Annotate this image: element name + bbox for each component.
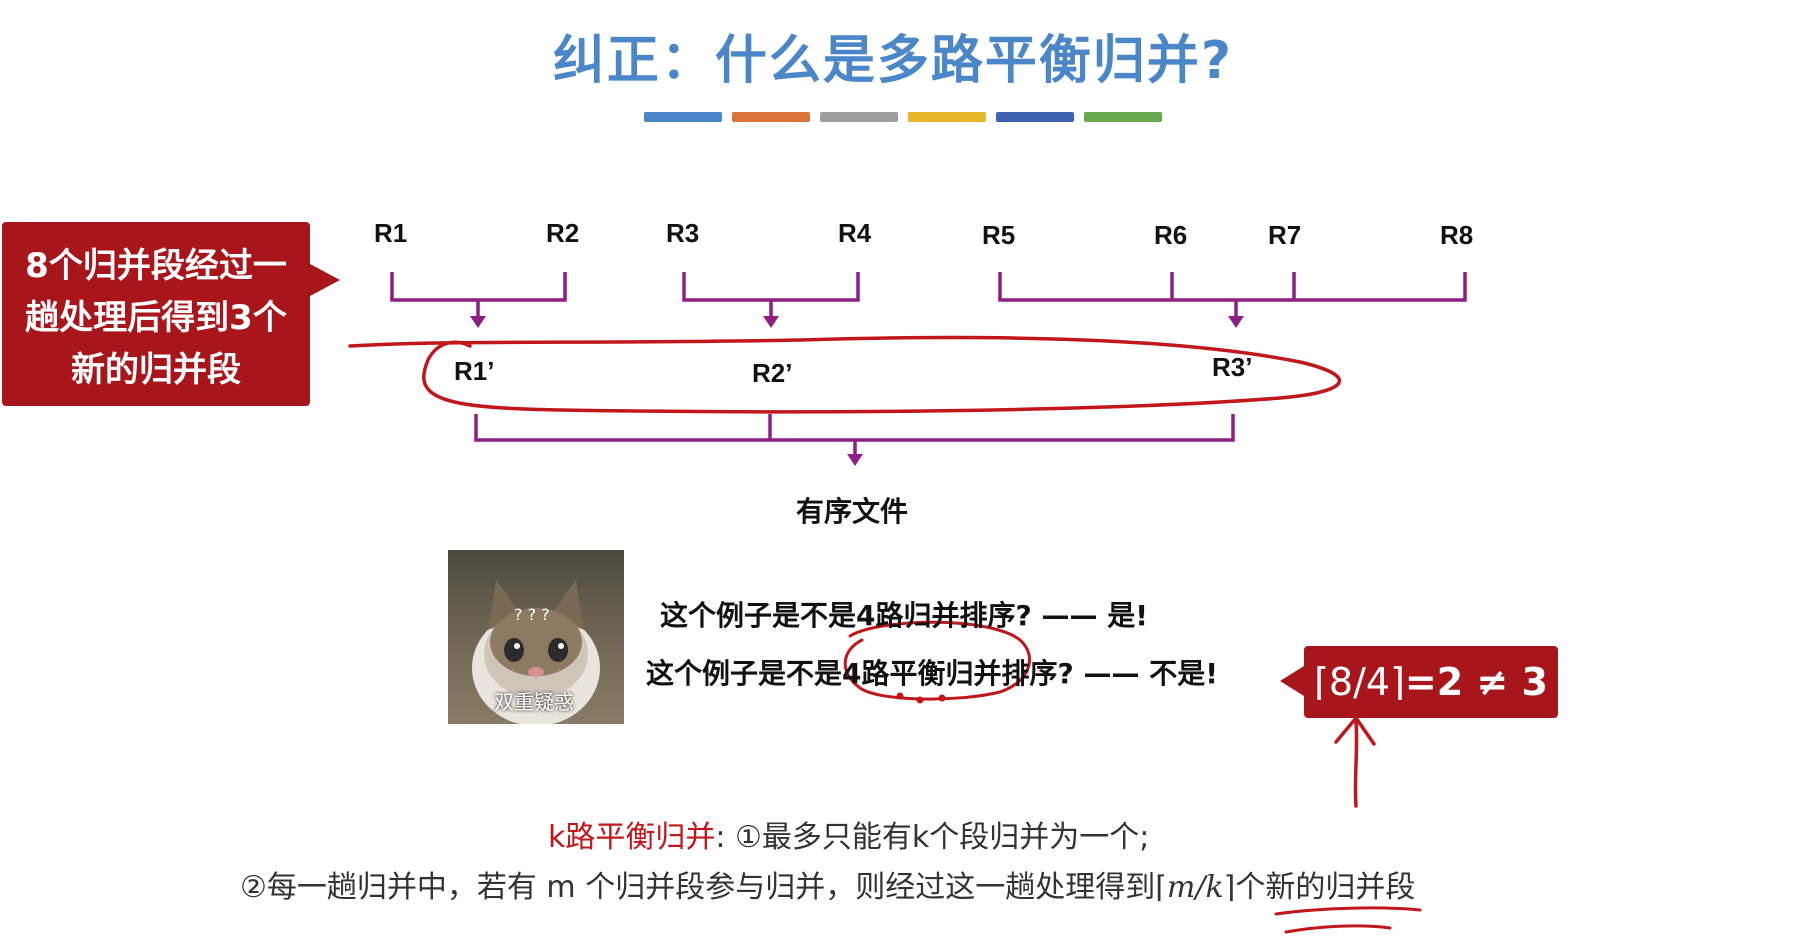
- question-2-prefix: 这个例子是不是: [646, 657, 843, 690]
- question-line-2: 这个例子是不是4路平衡归并排序? —— 不是!: [646, 652, 1218, 692]
- formula-rest: =2 ≠ 3: [1404, 660, 1548, 704]
- formula-box: ⌈ 8/4 ⌉ =2 ≠ 3: [1280, 646, 1558, 718]
- ceil-left: ⌈: [1314, 660, 1329, 704]
- question-line-1: 这个例子是不是4路归并排序? —— 是!: [660, 594, 1148, 634]
- merged-run-r2: R2’: [752, 358, 793, 388]
- handdrawn-arrow-up: [1334, 715, 1376, 808]
- question-1-prefix: 这个例子是不是: [660, 599, 857, 632]
- definition-term: k路平衡归并: [548, 820, 716, 855]
- meme-caption: 双重疑惑: [494, 690, 574, 714]
- merge-diagram: [348, 272, 1467, 934]
- question-1-suffix: 排序? —— 是!: [959, 599, 1149, 632]
- ceil-right-2: ⌉: [1223, 870, 1236, 905]
- output-label: 有序文件: [796, 495, 909, 528]
- bracket-group-3: [998, 272, 1467, 302]
- handdrawn-ellipse: [348, 335, 1342, 414]
- callout-line-2: 趟处理后得到3个: [25, 298, 287, 338]
- meme-cat-image: ? ? ? 双重疑惑: [448, 550, 624, 724]
- definition-expr: m/k: [1166, 870, 1224, 905]
- arrow-2: [763, 316, 779, 328]
- question-2-suffix: 排序? —— 不是!: [1001, 657, 1219, 690]
- definition-line-1: k路平衡归并: ①最多只能有k个段归并为一个;: [548, 812, 1149, 856]
- ceil-right: ⌉: [1390, 660, 1405, 704]
- callout-line-1: 8个归并段经过一: [25, 246, 287, 286]
- ceil-left-2: ⌈: [1155, 870, 1167, 905]
- handdrawn-underline: [1274, 906, 1422, 934]
- callout-line-3: 新的归并段: [71, 350, 241, 390]
- bracket-group-2: [682, 272, 860, 302]
- definition-line-1-rest: : ①最多只能有k个段归并为一个;: [715, 820, 1150, 855]
- merged-run-r3: R3’: [1212, 352, 1253, 382]
- arrow-1: [470, 316, 486, 328]
- definition-line-2: ②每一趟归并中，若有 m 个归并段参与归并，则经过这一趟处理得到⌈m/k⌉个新的…: [240, 862, 1415, 906]
- merged-run-r1: R1’: [454, 356, 495, 386]
- definition-line-2-suffix: 个新的归并段: [1235, 870, 1416, 905]
- arrow-final: [847, 454, 863, 466]
- bracket-group-1: [390, 272, 567, 302]
- bracket-final: [474, 414, 1235, 442]
- definition-line-2-prefix: ②每一趟归并中，若有 m 个归并段参与归并，则经过这一趟处理得到: [240, 870, 1156, 905]
- question-2-highlight: 4路平衡归并: [842, 657, 1002, 690]
- svg-text:? ? ?: ? ? ?: [514, 605, 550, 624]
- question-1-highlight: 4路归并: [856, 599, 960, 632]
- arrow-3: [1228, 316, 1244, 328]
- formula-ceil-expr: 8/4: [1328, 660, 1391, 704]
- callout-box: 8个归并段经过一 趟处理后得到3个 新的归并段: [2, 222, 340, 406]
